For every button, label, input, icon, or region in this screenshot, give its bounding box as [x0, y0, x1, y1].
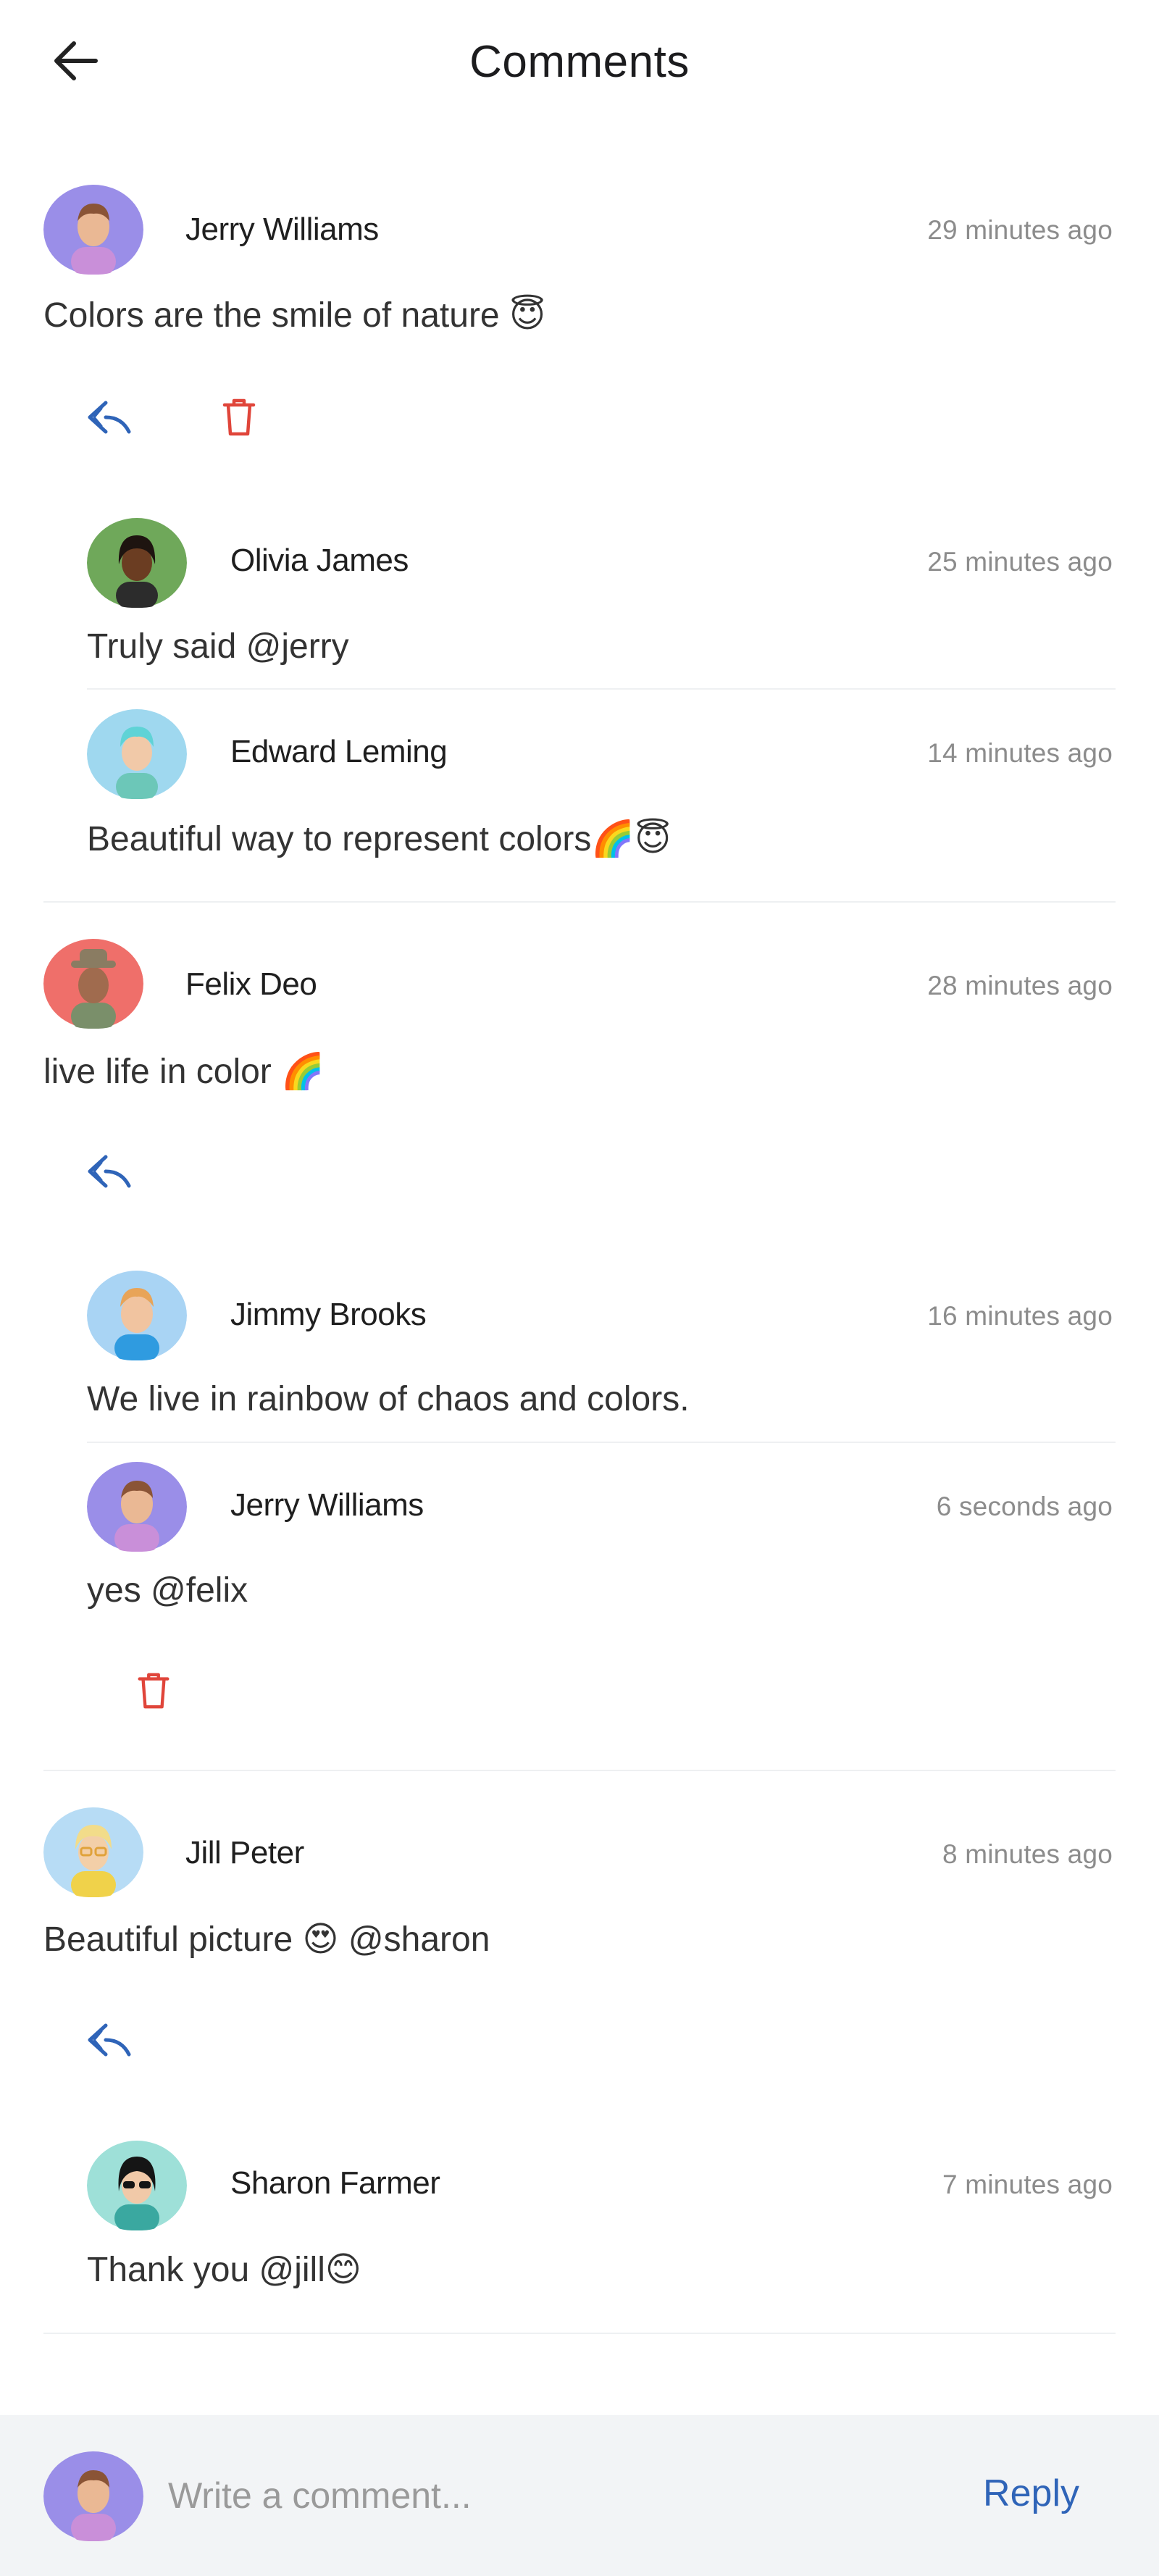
reply-author[interactable]: Edward Leming: [230, 734, 448, 770]
trash-icon: [222, 398, 256, 436]
reply-time: 16 minutes ago: [927, 1301, 1113, 1331]
delete-action[interactable]: [136, 1670, 171, 1711]
reply-author[interactable]: Sharon Farmer: [230, 2165, 440, 2201]
avatar[interactable]: [43, 185, 143, 275]
reply-text: yes @felix: [87, 1571, 248, 1610]
avatar[interactable]: [43, 1807, 143, 1897]
comments-screen: Comments Jerry Williams 29 minutes ago C…: [0, 0, 1159, 2576]
comment-time: 28 minutes ago: [927, 971, 1113, 1000]
comment-input[interactable]: [167, 2466, 930, 2525]
divider: [43, 901, 1116, 903]
comment-text: Colors are the smile of nature 😇: [43, 296, 545, 335]
page-title: Comments: [469, 37, 690, 87]
reply-button[interactable]: Reply: [983, 2472, 1079, 2515]
reply-author[interactable]: Jimmy Brooks: [230, 1297, 427, 1333]
comment-thread: Jill Peter 8 minutes ago Beautiful pictu…: [0, 1807, 1159, 2351]
header: Comments: [0, 0, 1159, 125]
comment-thread: Jerry Williams 29 minutes ago Colors are…: [0, 185, 1159, 909]
reply-action[interactable]: [85, 1153, 132, 1192]
comment-text: Beautiful picture 😍 @sharon: [43, 1920, 490, 1959]
reply-time: 14 minutes ago: [927, 738, 1113, 768]
comment-text: live life in color 🌈: [43, 1053, 325, 1091]
comment-time: 29 minutes ago: [927, 215, 1113, 245]
reply-time: 25 minutes ago: [927, 547, 1113, 577]
comment-author[interactable]: Felix Deo: [185, 966, 317, 1003]
avatar[interactable]: [43, 939, 143, 1029]
reply-time: 6 seconds ago: [936, 1492, 1113, 1521]
reply-text: Truly said @jerry: [87, 627, 349, 666]
reply-icon: [88, 401, 131, 434]
comment-author[interactable]: Jill Peter: [185, 1835, 304, 1871]
avatar[interactable]: [87, 709, 187, 799]
reply-icon: [88, 2023, 131, 2057]
trash-icon: [138, 1673, 170, 1709]
reply-text: We live in rainbow of chaos and colors.: [87, 1380, 690, 1418]
reply-text: Beautiful way to represent colors🌈😇: [87, 820, 671, 858]
delete-action[interactable]: [222, 396, 256, 438]
comment-composer: Reply: [0, 2415, 1159, 2576]
reply-author[interactable]: Olivia James: [230, 543, 409, 579]
reply-text: Thank you @jill😊: [87, 2251, 361, 2289]
reply-time: 7 minutes ago: [942, 2170, 1113, 2199]
reply-icon: [88, 1155, 131, 1188]
comment-author[interactable]: Jerry Williams: [185, 212, 379, 248]
reply-action[interactable]: [85, 398, 132, 438]
comment-time: 8 minutes ago: [942, 1839, 1113, 1869]
avatar: [43, 2451, 143, 2541]
comment-thread: Felix Deo 28 minutes ago live life in co…: [0, 939, 1159, 1765]
avatar[interactable]: [87, 518, 187, 608]
divider: [87, 1442, 1116, 1443]
avatar[interactable]: [87, 2141, 187, 2230]
divider: [43, 2333, 1116, 2334]
avatar[interactable]: [87, 1271, 187, 1360]
reply-author[interactable]: Jerry Williams: [230, 1487, 424, 1523]
avatar[interactable]: [87, 1462, 187, 1552]
divider: [87, 688, 1116, 690]
divider: [43, 1770, 1116, 1771]
reply-action[interactable]: [85, 2021, 132, 2060]
